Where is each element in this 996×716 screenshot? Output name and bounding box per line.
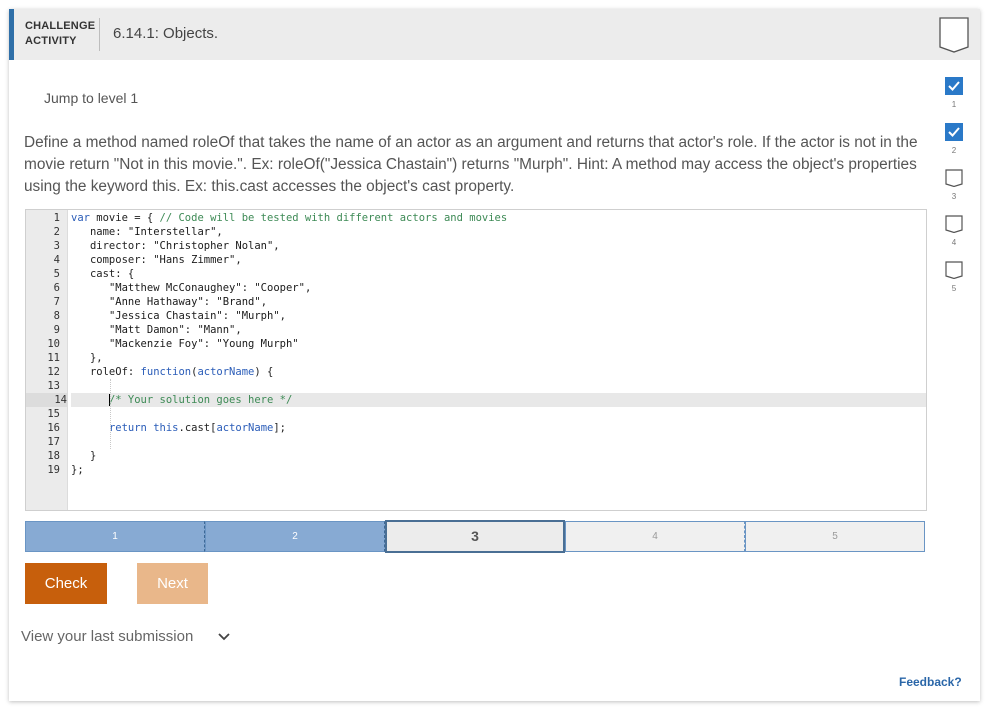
line-number: 4 xyxy=(53,254,60,266)
level-progress-bar: 12345 xyxy=(25,520,925,553)
indent-guide xyxy=(110,379,111,449)
check-button[interactable]: Check xyxy=(25,563,107,604)
code-line[interactable]: "Matt Damon": "Mann", xyxy=(71,323,926,337)
progress-segment-2[interactable]: 2 xyxy=(205,521,385,552)
level-number: 2 xyxy=(951,146,957,155)
header-accent-bar xyxy=(9,9,14,60)
line-number: 9 xyxy=(53,324,60,336)
level-number: 1 xyxy=(951,100,957,109)
line-number: 15 xyxy=(47,408,60,420)
line-number: 7 xyxy=(53,296,60,308)
activity-type-line1: CHALLENGE xyxy=(25,20,96,32)
line-number: 17 xyxy=(47,436,60,448)
line-number: 6 xyxy=(53,282,60,294)
view-last-submission-link[interactable]: View your last submission xyxy=(21,628,193,645)
next-button[interactable]: Next xyxy=(137,563,208,604)
bookmark-icon[interactable] xyxy=(939,17,969,53)
activity-title: 6.14.1: Objects. xyxy=(113,25,219,42)
line-number: 14 xyxy=(26,393,67,407)
code-line[interactable]: } xyxy=(71,449,926,463)
line-number: 10 xyxy=(47,338,60,350)
code-line[interactable]: return this.cast[actorName]; xyxy=(71,421,926,435)
checkbox-unchecked-icon[interactable] xyxy=(945,169,963,187)
code-line[interactable]: "Mackenzie Foy": "Young Murph" xyxy=(71,337,926,351)
code-line[interactable] xyxy=(71,407,926,421)
progress-segment-1[interactable]: 1 xyxy=(25,521,205,552)
activity-type-label: CHALLENGE ACTIVITY xyxy=(25,19,95,49)
line-number: 1 xyxy=(53,212,60,224)
challenge-activity-card: CHALLENGE ACTIVITY 6.14.1: Objects. Jump… xyxy=(9,9,980,701)
checkbox-unchecked-icon[interactable] xyxy=(945,215,963,233)
level-number: 4 xyxy=(951,238,957,247)
line-number: 11 xyxy=(47,352,60,364)
line-number: 12 xyxy=(47,366,60,378)
progress-segment-4[interactable]: 4 xyxy=(565,521,745,552)
level-number: 5 xyxy=(951,284,957,293)
code-line[interactable]: composer: "Hans Zimmer", xyxy=(71,253,926,267)
line-number: 19 xyxy=(47,464,60,476)
level-number: 3 xyxy=(951,192,957,201)
activity-type-line2: ACTIVITY xyxy=(25,35,77,47)
code-line[interactable]: }, xyxy=(71,351,926,365)
line-number: 5 xyxy=(53,268,60,280)
line-number: 18 xyxy=(47,450,60,462)
code-line[interactable]: director: "Christopher Nolan", xyxy=(71,239,926,253)
line-number: 3 xyxy=(53,240,60,252)
code-line[interactable]: "Matthew McConaughey": "Cooper", xyxy=(71,281,926,295)
feedback-link[interactable]: Feedback? xyxy=(899,675,962,689)
activity-header: CHALLENGE ACTIVITY 6.14.1: Objects. xyxy=(9,9,980,60)
chevron-down-icon[interactable] xyxy=(217,630,231,644)
jump-to-level-link[interactable]: Jump to level 1 xyxy=(44,90,138,106)
code-line[interactable]: "Anne Hathaway": "Brand", xyxy=(71,295,926,309)
code-line[interactable] xyxy=(71,379,926,393)
line-number: 16 xyxy=(47,422,60,434)
code-line[interactable]: cast: { xyxy=(71,267,926,281)
code-line[interactable] xyxy=(71,435,926,449)
progress-segment-3[interactable]: 3 xyxy=(385,520,565,553)
code-line[interactable]: roleOf: function(actorName) { xyxy=(71,365,926,379)
line-number: 13 xyxy=(47,380,60,392)
checkbox-unchecked-icon[interactable] xyxy=(945,261,963,279)
code-line[interactable]: }; xyxy=(71,463,926,477)
code-line[interactable]: "Jessica Chastain": "Murph", xyxy=(71,309,926,323)
code-line[interactable]: /* Your solution goes here */ xyxy=(71,393,926,407)
problem-prompt: Define a method named roleOf that takes … xyxy=(24,134,918,195)
line-number: 2 xyxy=(53,226,60,238)
checkbox-checked-icon[interactable] xyxy=(945,77,963,95)
code-line[interactable]: var movie = { // Code will be tested wit… xyxy=(71,211,926,225)
line-number: 8 xyxy=(53,310,60,322)
header-divider xyxy=(99,18,100,51)
code-line[interactable]: name: "Interstellar", xyxy=(71,225,926,239)
checkbox-checked-icon[interactable] xyxy=(945,123,963,141)
code-editor[interactable]: 1 2 3 4 5 6 7 8 9 10 11 12 13 14 15 16 17 18 19 var movie … xyxy=(25,209,927,511)
progress-segment-5[interactable]: 5 xyxy=(745,521,925,552)
editor-gutter: 1 2 3 4 5 6 7 8 9 10 11 12 13 14 15 16 17 18 19 xyxy=(26,210,68,510)
